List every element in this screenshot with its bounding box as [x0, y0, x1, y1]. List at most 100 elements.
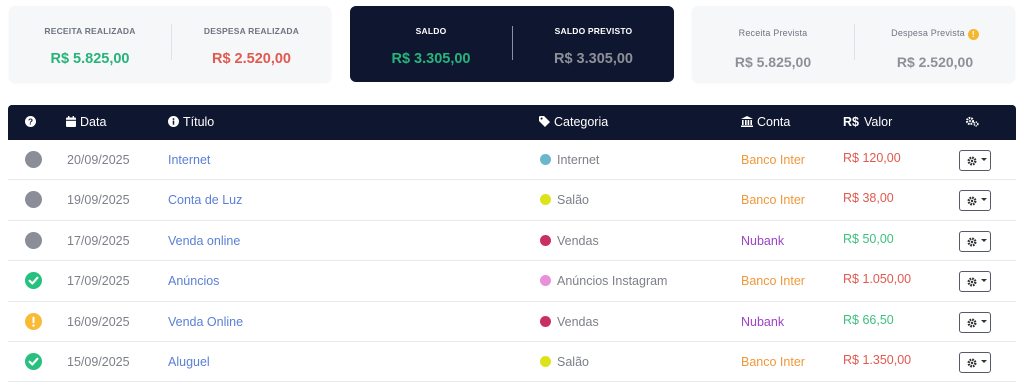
row-account: Banco Inter: [741, 354, 805, 369]
table-row[interactable]: 19/09/2025 Conta de Luz Salão Banco Inter R$…: [8, 180, 1016, 221]
balance-label: SALDO: [415, 26, 447, 36]
row-category-label: Internet: [557, 153, 600, 167]
row-actions-button[interactable]: [959, 271, 991, 293]
row-title-link[interactable]: Conta de Luz: [168, 180, 242, 220]
row-category: Salão: [540, 342, 589, 382]
forecast-expense: Despesa Prevista! R$ 2.520,00: [855, 6, 1015, 82]
status-pending-icon[interactable]: [25, 191, 42, 209]
row-value: R$ 66,50: [843, 312, 894, 327]
row-account: Banco Inter: [741, 274, 805, 289]
forecast-expense-value: R$ 2.520,00: [896, 54, 974, 70]
transactions-table: ? Data Título Categoria Conta R$ Valor 20…: [8, 105, 1016, 383]
forecast-income-label: Receita Prevista: [738, 28, 808, 38]
row-account: Banco Inter: [741, 153, 805, 167]
column-date-label: Data: [80, 115, 107, 129]
row-category-label: Vendas: [557, 233, 599, 248]
table-row[interactable]: 15/09/2025 Aluguel Salão Banco Inter R$ 1.35…: [8, 342, 1016, 383]
gear-icon: [967, 318, 977, 328]
forecast-expense-label-row: Despesa Prevista!: [855, 28, 1015, 40]
row-title-link[interactable]: Venda online: [168, 221, 240, 261]
row-account: Nubank: [741, 233, 785, 248]
chevron-down-icon: [981, 319, 987, 323]
category-color-dot: [540, 234, 551, 246]
column-date[interactable]: Data: [66, 105, 106, 140]
chevron-down-icon: [981, 238, 987, 242]
balance-value: R$ 3.305,00: [391, 51, 471, 67]
row-date: 16/09/2025: [67, 314, 130, 329]
row-title-link[interactable]: Venda Online: [168, 302, 243, 342]
realized-income-value: R$ 5.825,00: [50, 51, 130, 67]
column-category-label: Categoria: [554, 115, 609, 129]
status-paid-icon[interactable]: [25, 272, 42, 290]
gear-icon: [967, 277, 977, 287]
chevron-down-icon: [981, 359, 987, 363]
realized-card: RECEITA REALIZADA R$ 5.825,00 DESPESA RE…: [9, 6, 331, 82]
balance-card: SALDO R$ 3.305,00 SALDO PREVISTO R$ 3.30…: [350, 6, 674, 82]
chevron-down-icon: [981, 198, 987, 202]
gear-icon: [967, 237, 977, 247]
gear-icon: [967, 196, 977, 206]
gear-icon: [967, 156, 977, 166]
row-category-label: Vendas: [557, 314, 599, 329]
table-row[interactable]: 20/09/2025 Internet Internet Banco Inter R$ …: [8, 140, 1016, 181]
row-category-label: Anúncios Instagram: [557, 274, 668, 289]
category-color-dot: [540, 275, 551, 287]
summary-cards: RECEITA REALIZADA R$ 5.825,00 DESPESA RE…: [9, 6, 1015, 82]
calendar-icon: [66, 116, 76, 127]
row-date: 20/09/2025: [67, 153, 130, 167]
row-title-link[interactable]: Anúncios: [168, 261, 219, 301]
realized-expense-value: R$ 2.520,00: [211, 51, 291, 67]
row-value: R$ 120,00: [843, 151, 901, 165]
category-color-dot: [540, 315, 551, 327]
table-row[interactable]: 17/09/2025 Venda online Vendas Nubank R$ 50,…: [8, 221, 1016, 262]
row-value: R$ 1.050,00: [843, 272, 912, 287]
status-paid-icon[interactable]: [25, 352, 42, 370]
row-date: 19/09/2025: [67, 193, 130, 208]
column-actions[interactable]: [965, 105, 983, 140]
column-title[interactable]: Título: [168, 105, 214, 140]
row-title-link[interactable]: Internet: [168, 140, 210, 180]
warning-icon[interactable]: !: [967, 29, 979, 40]
row-category-label: Salão: [557, 354, 589, 369]
status-warning-icon[interactable]: [25, 312, 42, 330]
row-actions-button[interactable]: [959, 230, 991, 252]
bank-icon: [741, 116, 753, 127]
balance: SALDO R$ 3.305,00: [350, 6, 512, 82]
check-icon: [28, 276, 39, 285]
row-title-link[interactable]: Aluguel: [168, 342, 210, 382]
status-pending-icon[interactable]: [25, 231, 42, 249]
category-color-dot: [540, 194, 551, 206]
column-value[interactable]: R$ Valor: [843, 105, 892, 140]
row-account: Nubank: [741, 314, 785, 329]
row-actions-button[interactable]: [959, 190, 991, 212]
row-category: Anúncios Instagram: [540, 261, 667, 301]
row-actions-button[interactable]: [959, 311, 991, 333]
balance-forecast-value: R$ 3.305,00: [553, 51, 633, 67]
column-account-label: Conta: [757, 115, 791, 129]
row-actions-button[interactable]: [959, 150, 991, 171]
gears-icon: [965, 116, 979, 127]
balance-forecast-label: SALDO PREVISTO: [554, 26, 633, 36]
row-category: Vendas: [540, 221, 599, 261]
column-value-label: Valor: [863, 115, 893, 129]
forecast-income: Receita Prevista R$ 5.825,00: [692, 6, 854, 82]
currency-icon: R$: [843, 115, 859, 129]
row-category: Internet: [540, 140, 599, 180]
balance-forecast: SALDO PREVISTO R$ 3.305,00: [513, 6, 674, 82]
column-status[interactable]: ?: [25, 105, 40, 140]
exclamation-icon: [32, 316, 35, 327]
table-row[interactable]: 16/09/2025 Venda Online Vendas Nubank R$ 66,…: [8, 302, 1016, 342]
column-title-label: Título: [183, 115, 215, 129]
column-category[interactable]: Categoria: [539, 105, 608, 140]
gear-icon: [967, 358, 977, 368]
check-icon: [28, 357, 39, 366]
row-actions-button[interactable]: [959, 351, 991, 373]
table-row[interactable]: 17/09/2025 Anúncios Anúncios Instagram Banc…: [8, 261, 1016, 302]
svg-text:?: ?: [28, 117, 33, 126]
status-pending-icon[interactable]: [25, 151, 42, 168]
category-color-dot: [540, 154, 551, 165]
column-account[interactable]: Conta: [741, 105, 790, 140]
row-value: R$ 1.350,00: [843, 352, 912, 367]
chevron-down-icon: [981, 279, 987, 283]
row-category-label: Salão: [557, 193, 589, 208]
